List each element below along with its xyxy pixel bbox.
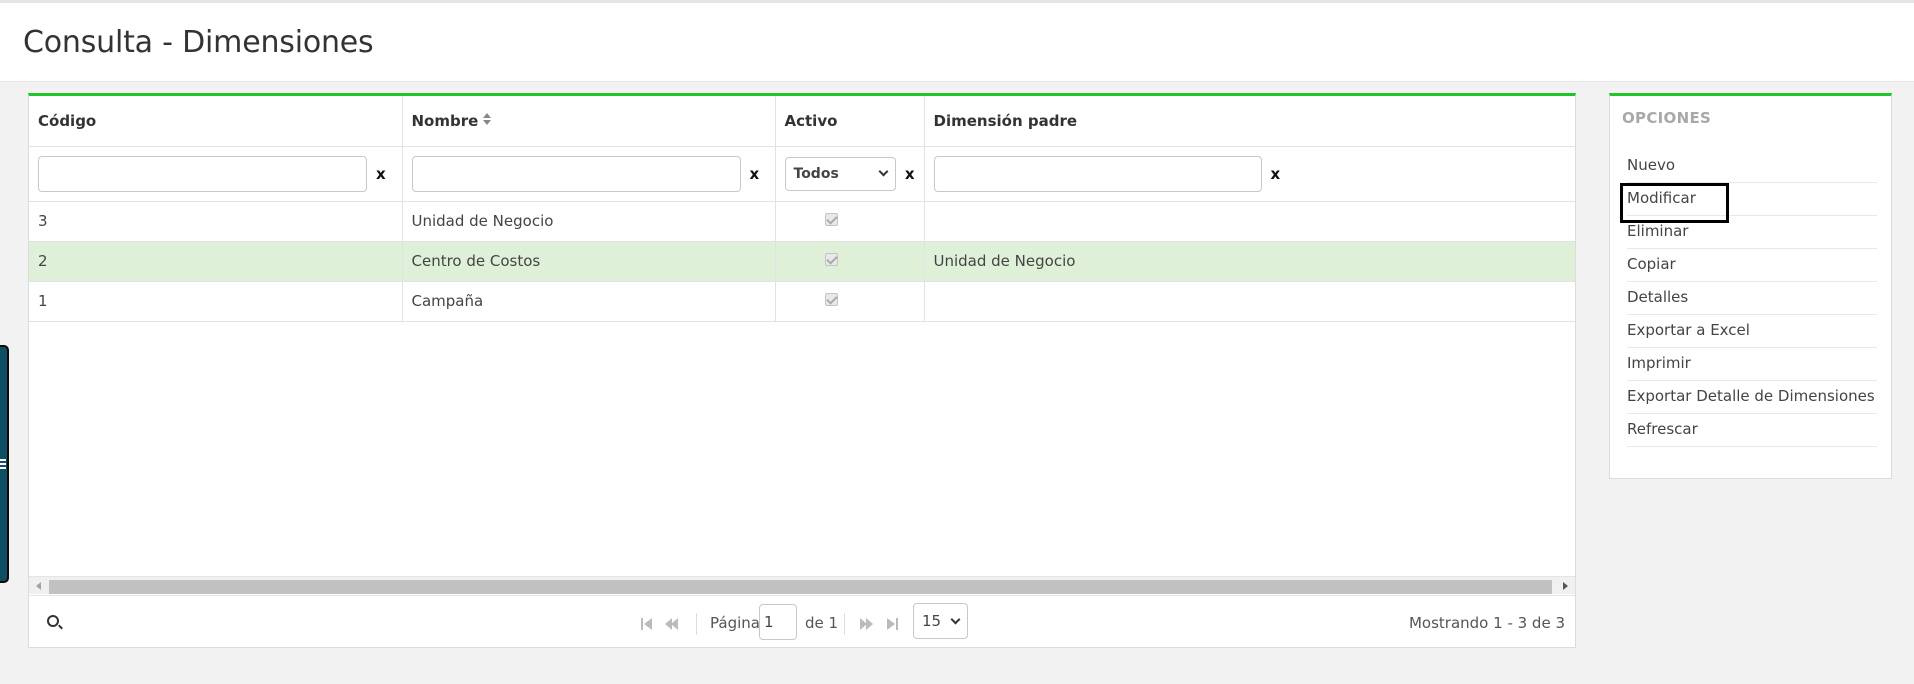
page-header: Consulta - Dimensiones (0, 3, 1914, 82)
option-modificar[interactable]: Modificar (1620, 183, 1877, 223)
clear-dimension-padre-filter-button[interactable]: x (1271, 165, 1281, 183)
column-header-activo[interactable]: Activo (775, 96, 925, 147)
cell-codigo: 3 (29, 201, 403, 242)
pager: Página de 1 15 Mostrando 1 - 3 de 3 (29, 595, 1575, 647)
option-detalles[interactable]: Detalles (1627, 282, 1877, 315)
header-row: Código Nombre Activo Dimensión padre (29, 96, 1575, 147)
options-menu: Nuevo Modificar Eliminar Copiar Detalles… (1620, 150, 1877, 447)
grip-icon (0, 459, 6, 469)
clear-codigo-filter-button[interactable]: x (376, 165, 386, 183)
nombre-filter-input[interactable] (411, 155, 741, 192)
records-summary: Mostrando 1 - 3 de 3 (1408, 614, 1565, 632)
option-imprimir[interactable]: Imprimir (1627, 348, 1877, 381)
scrollbar-thumb[interactable] (49, 580, 1552, 594)
cell-dimension-padre (924, 281, 1575, 322)
next-page-icon[interactable] (860, 618, 874, 630)
first-page-icon[interactable] (641, 618, 655, 630)
column-label: Código (38, 111, 97, 130)
chevron-down-icon (950, 614, 961, 624)
option-copiar[interactable]: Copiar (1627, 249, 1877, 282)
table-row[interactable]: 1 Campaña (29, 281, 1575, 322)
column-header-codigo[interactable]: Código (29, 96, 403, 147)
column-label: Activo (784, 111, 838, 130)
grid-panel: Código Nombre Activo Dimensión padre x x… (28, 93, 1576, 648)
cell-activo (775, 201, 925, 242)
dimension-padre-filter-input[interactable] (933, 155, 1262, 192)
cell-nombre: Centro de Costos (402, 241, 776, 282)
dimensions-table: Código Nombre Activo Dimensión padre x x… (29, 96, 1575, 322)
last-page-icon[interactable] (887, 618, 901, 630)
activo-filter-value: Todos (793, 165, 839, 182)
filter-row: x x Todos x x (29, 146, 1575, 202)
options-panel: OPCIONES Nuevo Modificar Eliminar Copiar… (1609, 93, 1892, 479)
page-label: Página (710, 614, 760, 632)
horizontal-scrollbar[interactable] (29, 576, 1575, 594)
option-exportar-excel[interactable]: Exportar a Excel (1627, 315, 1877, 348)
page-number-input[interactable] (759, 604, 797, 640)
page-title: Consulta - Dimensiones (23, 25, 374, 60)
scroll-left-icon[interactable] (36, 582, 41, 590)
page-total-label: de 1 (805, 614, 839, 632)
column-label: Nombre (411, 111, 479, 130)
option-nuevo[interactable]: Nuevo (1627, 150, 1877, 183)
side-panel-toggle[interactable] (0, 345, 9, 583)
page-size-value: 15 (922, 612, 942, 630)
prev-page-icon[interactable] (665, 618, 679, 630)
page-size-select[interactable]: 15 (913, 603, 968, 639)
column-header-dimension-padre[interactable]: Dimensión padre (924, 96, 1575, 147)
sort-icon[interactable] (483, 112, 492, 125)
cell-nombre: Campaña (402, 281, 776, 322)
option-eliminar[interactable]: Eliminar (1627, 216, 1877, 249)
cell-codigo: 1 (29, 281, 403, 322)
clear-activo-filter-button[interactable]: x (905, 165, 915, 183)
pager-divider (696, 613, 697, 635)
cell-dimension-padre: Unidad de Negocio (924, 241, 1575, 282)
cell-dimension-padre (924, 201, 1575, 242)
option-exportar-detalle[interactable]: Exportar Detalle de Dimensiones (1627, 381, 1877, 414)
clear-nombre-filter-button[interactable]: x (750, 165, 760, 183)
cell-activo (775, 241, 925, 282)
codigo-filter-input[interactable] (38, 155, 367, 192)
activo-filter-select[interactable]: Todos (784, 156, 896, 191)
options-title: OPCIONES (1622, 109, 1712, 127)
activo-checkbox (825, 253, 838, 266)
cell-codigo: 2 (29, 241, 403, 282)
cell-activo (775, 281, 925, 322)
activo-checkbox (825, 293, 838, 306)
activo-checkbox (825, 213, 838, 226)
table-row-selected[interactable]: 2 Centro de Costos Unidad de Negocio (29, 241, 1575, 282)
pager-divider (844, 613, 845, 635)
search-icon[interactable] (47, 615, 59, 627)
chevron-down-icon (878, 166, 889, 177)
table-row[interactable]: 3 Unidad de Negocio (29, 201, 1575, 242)
scroll-right-icon[interactable] (1563, 582, 1568, 590)
option-refrescar[interactable]: Refrescar (1627, 414, 1877, 447)
column-label: Dimensión padre (933, 111, 1078, 130)
column-header-nombre[interactable]: Nombre (402, 96, 776, 147)
cell-nombre: Unidad de Negocio (402, 201, 776, 242)
